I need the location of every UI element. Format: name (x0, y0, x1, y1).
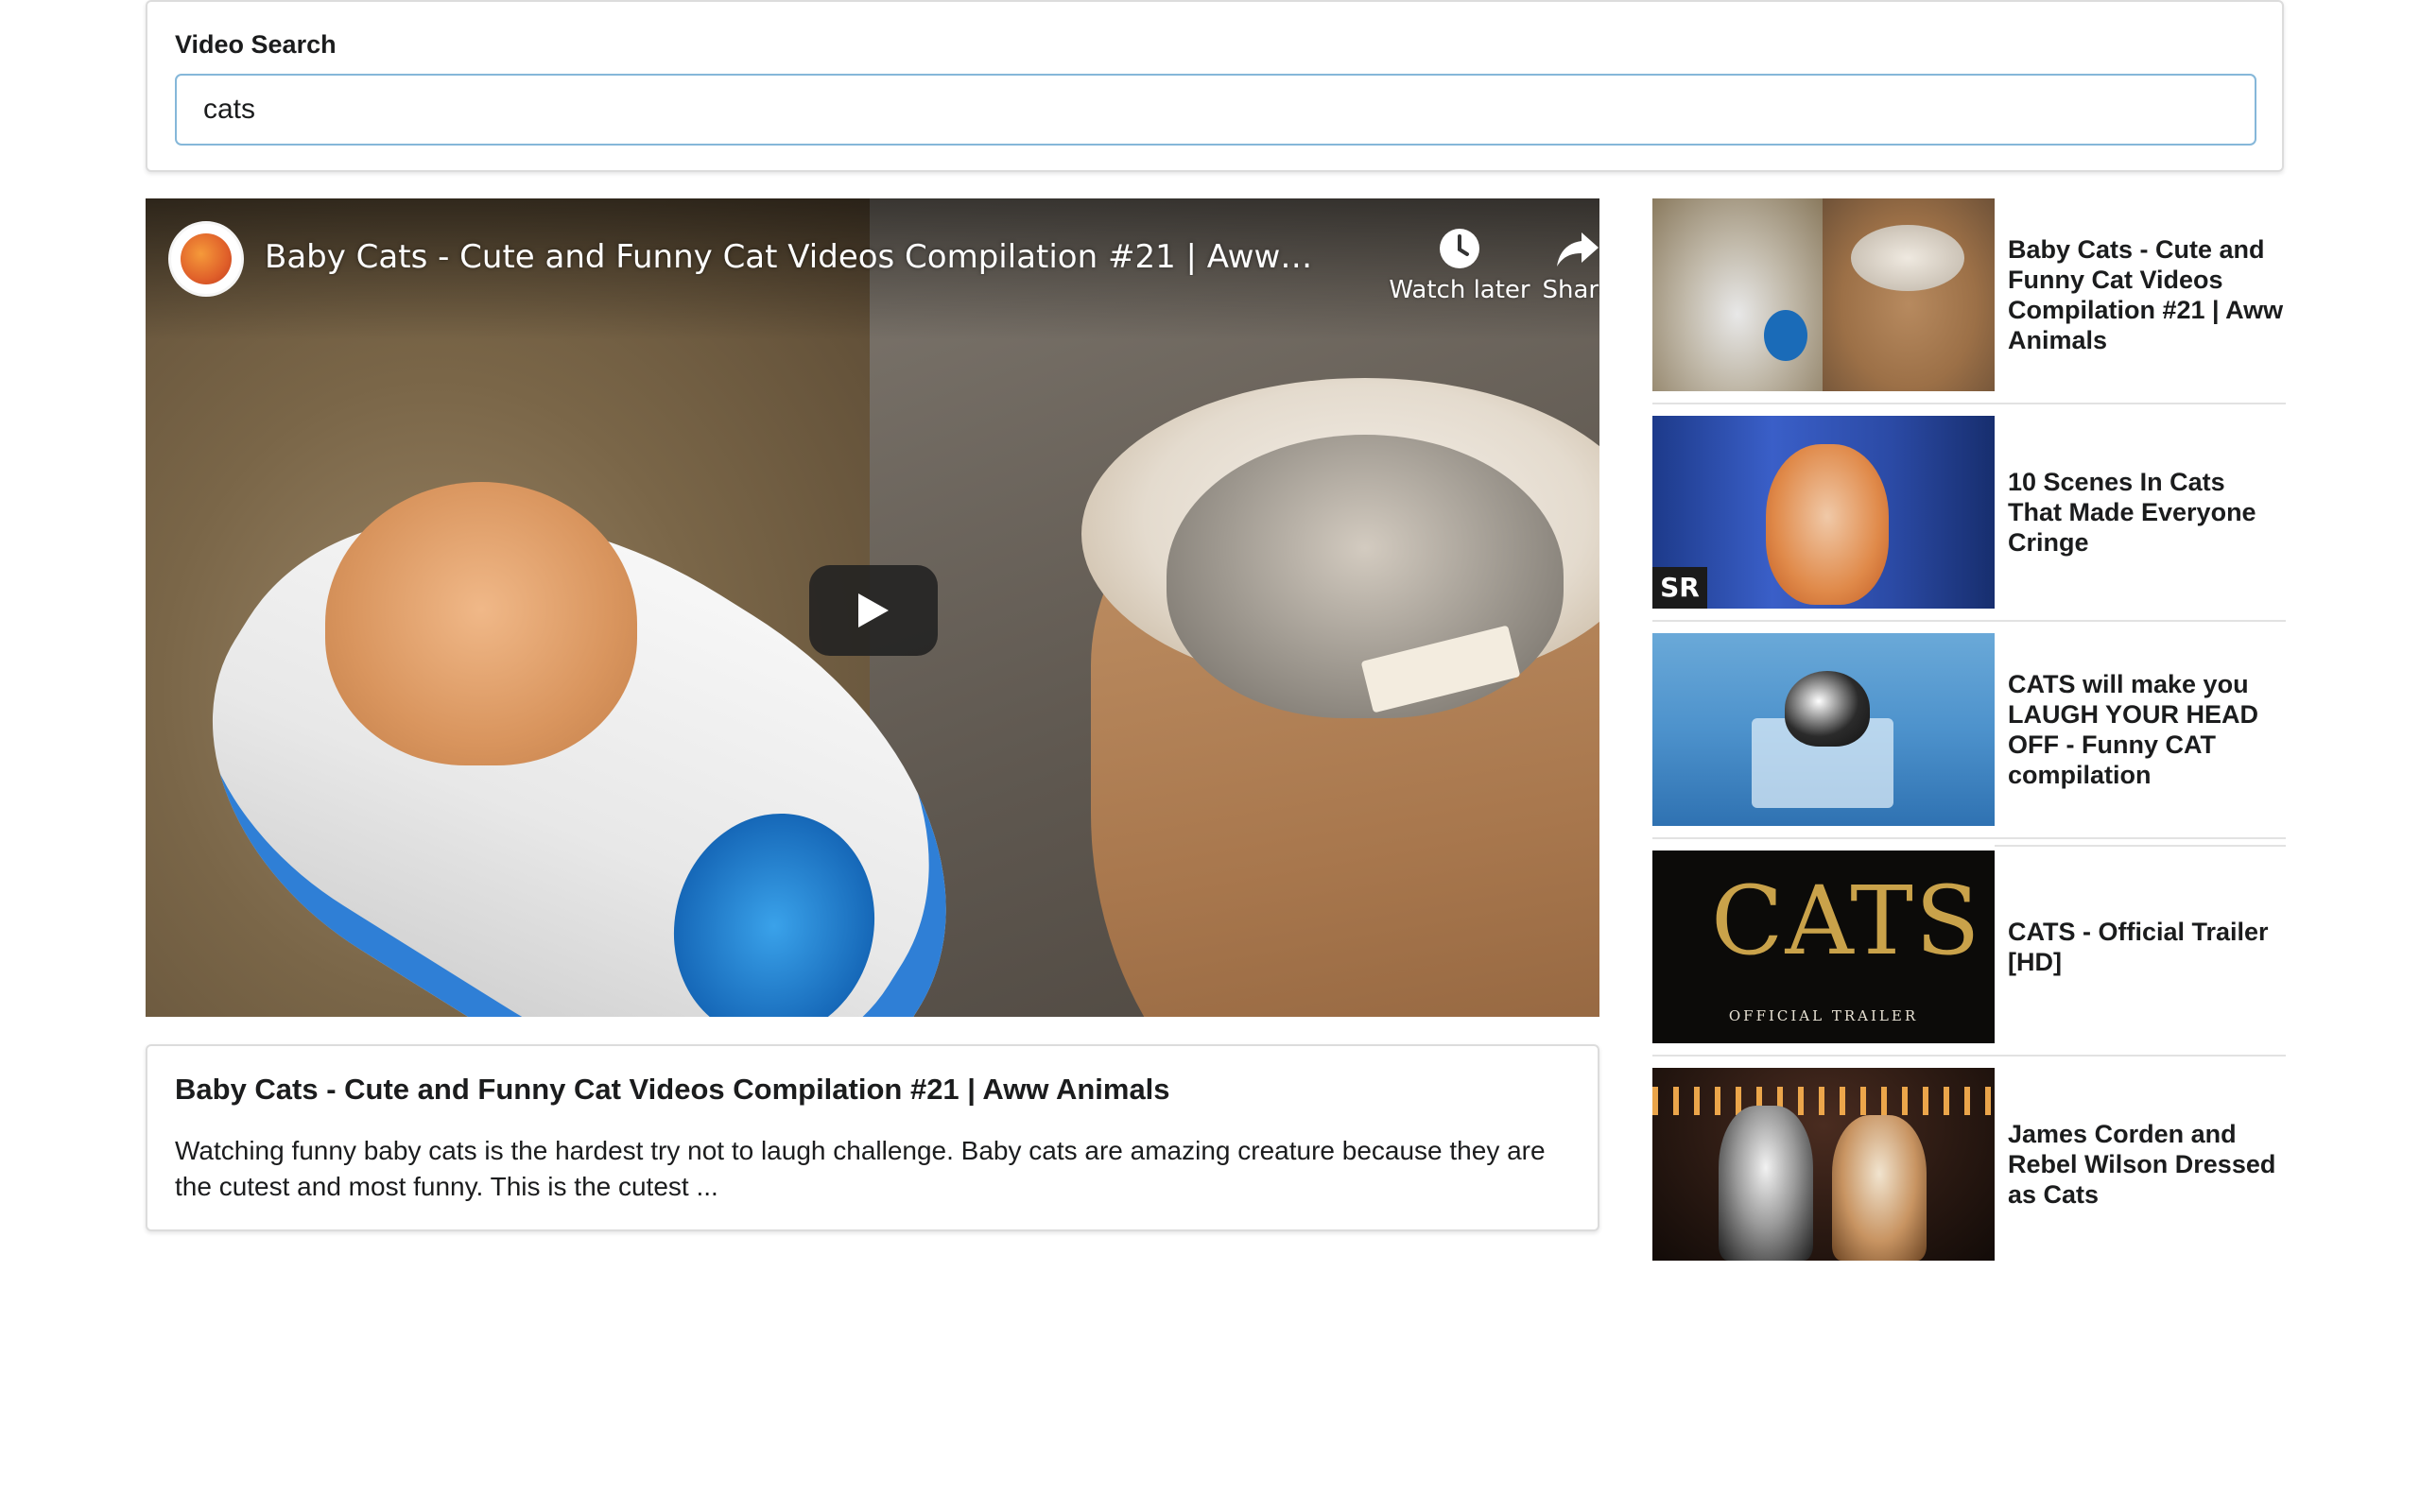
video-title-text: James Corden and Rebel Wilson Dressed as… (2008, 1120, 2276, 1209)
thumbnail-title-text: CATS (1711, 866, 1982, 976)
video-list-item-title[interactable]: 10 Scenes In Cats That Made Everyone Cri… (2008, 416, 2286, 609)
play-button[interactable] (809, 565, 938, 656)
play-icon (858, 593, 889, 627)
share-arrow-icon (1557, 232, 1599, 266)
video-list-item[interactable]: CATS OFFICIAL TRAILER CATS - Official Tr… (1652, 845, 2286, 1057)
clock-icon (1440, 229, 1479, 268)
video-list-item-title[interactable]: James Corden and Rebel Wilson Dressed as… (2008, 1068, 2286, 1261)
video-detail-description: Watching funny baby cats is the hardest … (175, 1136, 1546, 1201)
video-title-text: CATS - Official Trailer [HD] (2008, 918, 2269, 976)
list-divider (1652, 1055, 2286, 1057)
video-search-app: Video Search Baby Cats - Cute and Funny … (0, 0, 2420, 1512)
thumbnail-subtitle-text: OFFICIAL TRAILER (1728, 1007, 1919, 1024)
video-list-item[interactable]: CATS will make you LAUGH YOUR HEAD OFF -… (1652, 633, 2286, 839)
video-thumbnail[interactable] (1652, 198, 1995, 391)
list-divider (1652, 620, 2286, 622)
thumbnail-badge: SR (1652, 567, 1707, 609)
video-list-item[interactable]: SR 10 Scenes In Cats That Made Everyone … (1652, 416, 2286, 622)
video-list-item[interactable]: Baby Cats - Cute and Funny Cat Videos Co… (1652, 198, 2286, 404)
channel-avatar[interactable] (168, 221, 244, 297)
watch-later-label: Watch later (1389, 276, 1530, 304)
video-title-text: CATS will make you LAUGH YOUR HEAD OFF -… (2008, 670, 2259, 789)
video-list-item-title[interactable]: CATS will make you LAUGH YOUR HEAD OFF -… (2008, 633, 2286, 826)
share-button[interactable]: Share (1526, 227, 1599, 304)
video-list-item[interactable]: James Corden and Rebel Wilson Dressed as… (1652, 1068, 2286, 1261)
watch-later-button[interactable]: Watch later (1389, 227, 1530, 304)
share-label: Share (1542, 276, 1599, 304)
video-detail-title: Baby Cats - Cute and Funny Cat Videos Co… (175, 1073, 1170, 1106)
video-list-item-title[interactable]: Baby Cats - Cute and Funny Cat Videos Co… (2008, 198, 2286, 391)
video-detail: Baby Cats - Cute and Funny Cat Videos Co… (146, 1044, 1599, 1231)
video-title-text: Baby Cats - Cute and Funny Cat Videos Co… (2008, 235, 2284, 354)
video-thumbnail[interactable] (1652, 1068, 1995, 1261)
video-thumbnail[interactable]: CATS OFFICIAL TRAILER (1652, 850, 1995, 1043)
search-segment: Video Search (146, 0, 2284, 172)
search-input[interactable] (175, 74, 2256, 146)
video-thumbnail[interactable] (1652, 633, 1995, 826)
video-list-item-title[interactable]: CATS - Official Trailer [HD] (2008, 850, 2286, 1043)
search-label: Video Search (175, 30, 337, 59)
list-divider (1652, 403, 2286, 404)
list-divider (1652, 837, 2286, 839)
video-player[interactable]: Baby Cats - Cute and Funny Cat Videos Co… (146, 198, 1599, 1017)
video-title-text: 10 Scenes In Cats That Made Everyone Cri… (2008, 468, 2256, 557)
player-title[interactable]: Baby Cats - Cute and Funny Cat Videos Co… (265, 238, 1314, 276)
list-divider (1995, 845, 2286, 847)
kitten-image (325, 482, 637, 765)
video-thumbnail[interactable]: SR (1652, 416, 1995, 609)
